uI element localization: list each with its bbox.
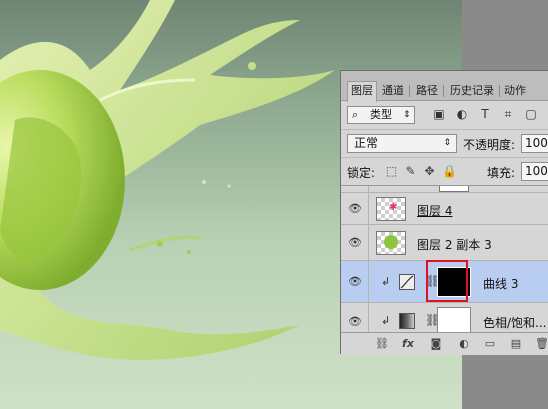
adjustment-filter-icon[interactable]: ◐	[455, 107, 469, 121]
new-layer-icon[interactable]: ▤	[509, 337, 523, 351]
type-filter-icon[interactable]: T	[478, 107, 492, 121]
layer-name[interactable]: 曲线 3	[483, 275, 518, 292]
lock-label: 锁定:	[347, 166, 376, 180]
eye-icon[interactable]: 👁	[348, 275, 362, 289]
visibility-column: 👁	[341, 225, 369, 260]
apple-thumbnail-icon	[384, 235, 398, 249]
visibility-column	[341, 186, 369, 192]
layer-row[interactable]: 👁 图层 2 副本 3	[341, 225, 548, 261]
layer-name[interactable]: 图层 2 副本 3	[417, 236, 492, 253]
filter-row: ⌕ 类型 ⇕ ▣ ◐ T ⌗ ▢	[341, 101, 548, 129]
new-adjustment-icon[interactable]: ◐	[457, 337, 471, 351]
lock-all-icon[interactable]: 🔒	[442, 164, 457, 178]
tab-paths[interactable]: 路径	[413, 82, 441, 100]
lock-fill-row: 锁定: ⬚ ✎ ✥ 🔒 填充: 100%	[341, 157, 548, 185]
tab-history[interactable]: 历史记录	[447, 82, 497, 100]
delete-icon[interactable]: 🗑	[535, 337, 548, 351]
filter-kind-label: 类型	[370, 108, 392, 121]
opacity-input[interactable]: 100%	[521, 134, 548, 153]
visibility-column: 👁	[341, 303, 369, 332]
layers-panel-toolbar: ⛓ fx ◙ ◐ ▭ ▤ 🗑	[341, 332, 548, 355]
fill-input[interactable]: 100%	[521, 162, 548, 181]
blend-mode-dropdown[interactable]: 正常 ⇕	[347, 134, 457, 153]
eye-icon[interactable]: 👁	[348, 315, 362, 329]
layer-mask-thumbnail[interactable]	[437, 307, 471, 332]
layer-thumbnail	[376, 231, 406, 255]
link-icon[interactable]: ⛓	[375, 337, 389, 351]
layers-list: 👁 ✱ 图层 4 👁 图层 2 副本 3 👁 ↲ ⛓ 曲线 3 👁 ↲ ⛓ 色相…	[341, 185, 548, 332]
highlight-annotation-box	[426, 260, 468, 302]
fill-label: 填充:	[487, 166, 516, 180]
smart-object-filter-icon[interactable]: ▢	[524, 107, 538, 121]
curves-graph-icon	[400, 275, 414, 289]
tab-layers[interactable]: 图层	[347, 81, 377, 102]
visibility-column: 👁	[341, 261, 369, 302]
add-mask-icon[interactable]: ◙	[429, 337, 443, 351]
lock-transparent-pixels-icon[interactable]: ⬚	[385, 164, 398, 178]
layer-name[interactable]: 色相/饱和...	[483, 314, 547, 331]
eye-icon[interactable]: 👁	[348, 202, 362, 216]
visibility-column: 👁	[341, 193, 369, 224]
lock-position-icon[interactable]: ✥	[423, 164, 436, 178]
tab-separator	[443, 85, 444, 97]
new-group-icon[interactable]: ▭	[483, 337, 497, 351]
fx-icon[interactable]: fx	[401, 337, 415, 351]
splash-thumbnail-icon: ✱	[389, 202, 398, 213]
lock-image-pixels-icon[interactable]: ✎	[404, 164, 417, 178]
tab-channels[interactable]: 通道	[379, 82, 407, 100]
image-filter-icon[interactable]: ▣	[432, 107, 446, 121]
updown-arrows-icon: ⇕	[403, 110, 411, 120]
layer-row-partial[interactable]	[341, 186, 548, 193]
blend-mode-value: 正常	[354, 136, 379, 150]
layer-thumbnail	[439, 186, 469, 192]
clipping-mask-arrow-icon: ↲	[381, 314, 391, 327]
panel-tabs: 图层 通道 路径 历史记录 动作	[341, 71, 548, 102]
layer-row[interactable]: 👁 ↲ ⛓ 色相/饱和...	[341, 303, 548, 332]
shape-filter-icon[interactable]: ⌗	[501, 107, 515, 121]
eye-icon[interactable]: 👁	[348, 236, 362, 250]
updown-arrows-icon: ⇕	[443, 138, 451, 148]
blend-opacity-row: 正常 ⇕ 不透明度: 100%	[341, 129, 548, 157]
tab-separator	[499, 85, 500, 97]
layer-row[interactable]: 👁 ✱ 图层 4	[341, 193, 548, 225]
curves-adjustment-icon[interactable]	[399, 274, 415, 290]
layer-name[interactable]: 图层 4	[417, 202, 452, 219]
search-icon: ⌕	[352, 108, 359, 121]
layer-thumbnail: ✱	[376, 197, 406, 221]
filter-kind-dropdown[interactable]: ⌕ 类型 ⇕	[347, 106, 415, 124]
tab-actions[interactable]: 动作	[501, 82, 529, 100]
opacity-label: 不透明度:	[463, 138, 516, 152]
tab-separator	[409, 85, 410, 97]
hue-saturation-adjustment-icon[interactable]	[399, 313, 415, 329]
layers-panel: 图层 通道 路径 历史记录 动作 ⌕ 类型 ⇕ ▣ ◐ T ⌗ ▢ 正常 ⇕ 不…	[340, 70, 548, 355]
clipping-mask-arrow-icon: ↲	[381, 275, 391, 288]
